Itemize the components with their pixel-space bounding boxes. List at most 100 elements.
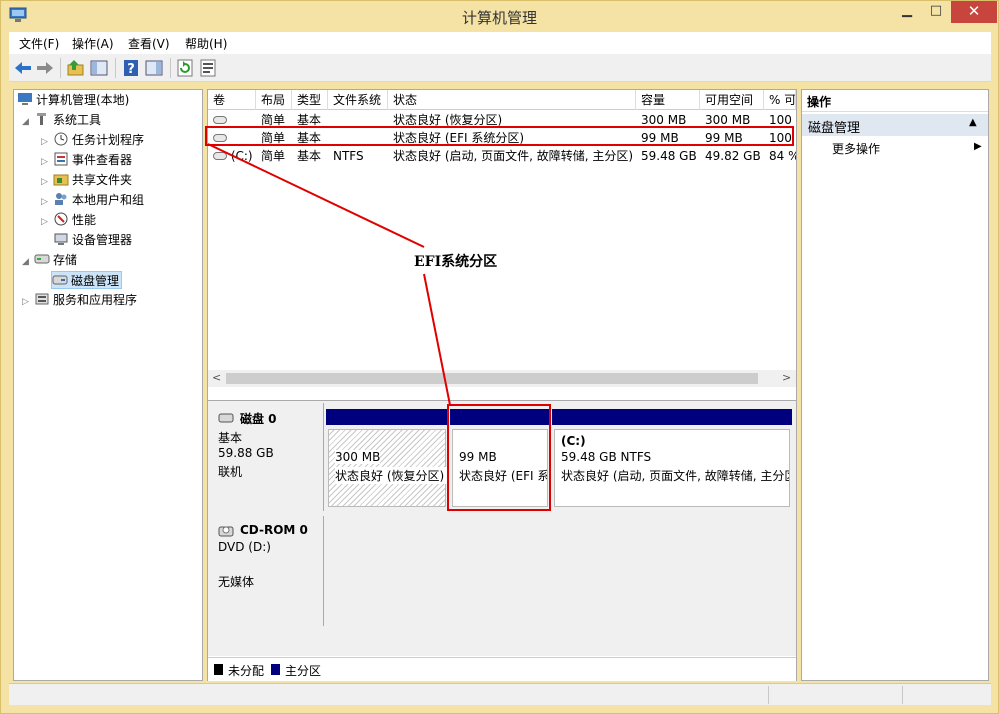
maximize-button[interactable]: □ — [922, 1, 950, 23]
primary-partition-swatch — [271, 664, 280, 675]
annotation-label: EFI系统分区 — [414, 254, 498, 270]
partition-c[interactable]: (C:) 59.48 GB NTFS 状态良好 (启动, 页面文件, 故障转储,… — [554, 429, 790, 507]
menu-help[interactable]: 帮助(H) — [185, 35, 227, 52]
help-icon[interactable]: ? — [121, 58, 141, 78]
tree-item-services-apps[interactable]: ▷ 服务和应用程序 — [22, 291, 137, 309]
free-space-cell: 300 MB — [705, 113, 751, 127]
capacity-cell: 59.48 GB — [641, 149, 697, 163]
column-header-capacity[interactable]: 容量 — [636, 90, 700, 110]
clock-icon — [54, 132, 68, 146]
status-separator — [902, 686, 903, 704]
unallocated-swatch — [214, 664, 223, 675]
column-header-filesystem[interactable]: 文件系统 — [328, 90, 388, 110]
computer-management-icon — [18, 93, 32, 105]
collapsed-arrow-icon[interactable]: ▷ — [41, 133, 53, 151]
forward-arrow-icon[interactable] — [35, 58, 55, 78]
more-actions-label: 更多操作 — [832, 142, 881, 156]
disk-management-pane: 卷 布局 类型 文件系统 状态 容量 可用空间 % 可 简单 基本 状态良好 (… — [207, 89, 797, 681]
menu-view[interactable]: 查看(V) — [128, 35, 170, 52]
column-header-layout[interactable]: 布局 — [256, 90, 292, 110]
partition-recovery[interactable]: 300 MB 状态良好 (恢复分区) — [328, 429, 447, 507]
tree-item-local-users[interactable]: ▷ 本地用户和组 — [41, 191, 144, 209]
expanded-arrow-icon[interactable]: ◢ — [22, 113, 34, 131]
show-hide-tree-icon[interactable] — [89, 58, 109, 78]
menu-bar: 文件(F) 操作(A) 查看(V) 帮助(H) — [9, 32, 991, 54]
partition-efi[interactable]: 99 MB 状态良好 (EFI 系 — [452, 429, 548, 507]
tree-item-storage[interactable]: ◢ 存储 — [22, 251, 77, 269]
collapsed-arrow-icon[interactable]: ▷ — [41, 153, 53, 171]
scroll-right-icon[interactable]: > — [782, 371, 791, 384]
scrollbar-thumb[interactable] — [226, 373, 758, 384]
collapse-up-icon[interactable]: ▲ — [969, 117, 977, 128]
column-header-percent-free[interactable]: % 可 — [764, 90, 796, 110]
partition-size: 59.48 GB NTFS — [561, 450, 652, 464]
tree-item-device-manager[interactable]: 设备管理器 — [53, 231, 132, 249]
layout-cell: 简单 — [261, 149, 286, 163]
tree-item-label: 共享文件夹 — [72, 173, 133, 187]
free-space-cell: 49.82 GB — [705, 149, 761, 163]
column-header-status[interactable]: 状态 — [388, 90, 636, 110]
actions-section-disk-management[interactable]: 磁盘管理 ▲ — [802, 114, 988, 136]
properties-icon[interactable] — [198, 58, 218, 78]
menu-file[interactable]: 文件(F) — [19, 35, 59, 52]
tree-item-disk-management[interactable]: 磁盘管理 — [51, 271, 123, 289]
scroll-left-icon[interactable]: < — [212, 371, 221, 384]
disk-management-icon — [52, 275, 68, 285]
shared-folder-icon — [53, 174, 69, 186]
layout-cell: 简单 — [261, 131, 286, 145]
capacity-cell: 300 MB — [641, 113, 687, 127]
collapsed-arrow-icon[interactable]: ▷ — [41, 173, 53, 191]
window-title: 计算机管理 — [461, 9, 537, 27]
close-button[interactable]: ✕ — [951, 1, 997, 23]
cd-drive-icon — [218, 526, 234, 537]
volume-row[interactable]: (C:) 简单 基本 NTFS 状态良好 (启动, 页面文件, 故障转储, 主分… — [208, 147, 796, 165]
collapsed-arrow-icon[interactable]: ▷ — [41, 213, 53, 231]
volume-cell: (C:) — [208, 147, 256, 165]
collapsed-arrow-icon[interactable]: ▷ — [22, 293, 34, 311]
users-icon — [55, 193, 67, 205]
capacity-cell: 99 MB — [641, 131, 679, 145]
tree-item-label: 磁盘管理 — [71, 274, 120, 288]
tree-item-task-scheduler[interactable]: ▷ 任务计划程序 — [41, 131, 144, 149]
more-actions-item[interactable]: 更多操作 ▶ — [832, 140, 984, 158]
minimize-button[interactable]: ▁ — [893, 1, 921, 23]
type-cell: 基本 — [297, 131, 322, 145]
tree-item-label: 事件查看器 — [72, 153, 133, 167]
partition-size: 300 MB — [335, 450, 381, 464]
menu-action[interactable]: 操作(A) — [72, 35, 114, 52]
column-header-volume[interactable]: 卷 — [208, 90, 256, 110]
tree-item-label: 本地用户和组 — [72, 193, 145, 207]
tree-item-label: 设备管理器 — [72, 233, 133, 247]
legend-unallocated: 未分配 — [228, 664, 265, 678]
collapsed-arrow-icon[interactable]: ▷ — [41, 193, 53, 211]
computer-management-window: 计算机管理 ▁ □ ✕ 文件(F) 操作(A) 查看(V) 帮助(H) ? 计算… — [0, 0, 999, 714]
horizontal-scrollbar[interactable]: < > — [208, 370, 796, 387]
volume-row[interactable]: 简单 基本 状态良好 (EFI 系统分区) 99 MB 99 MB 100 — [208, 129, 796, 147]
status-bar — [9, 683, 991, 705]
tree-item-performance[interactable]: ▷ 性能 — [41, 211, 96, 229]
percent-free-cell: 84 % — [769, 149, 796, 163]
disk-0-label[interactable]: 磁盘 0 基本 59.88 GB 联机 — [210, 403, 324, 511]
tree-item-shared-folders[interactable]: ▷ 共享文件夹 — [41, 171, 132, 189]
refresh-icon[interactable] — [175, 58, 195, 78]
services-icon — [35, 293, 49, 305]
disk-graphical-view: 磁盘 0 基本 59.88 GB 联机 300 MB 状态良好 (恢复分区) 9… — [208, 400, 796, 656]
legend-primary: 主分区 — [285, 664, 322, 678]
tree-item-event-viewer[interactable]: ▷ 事件查看器 — [41, 151, 132, 169]
volume-row[interactable]: 简单 基本 状态良好 (恢复分区) 300 MB 300 MB 100 — [208, 111, 796, 129]
folder-up-icon[interactable] — [66, 58, 86, 78]
column-header-free-space[interactable]: 可用空间 — [700, 90, 764, 110]
cdrom-0-label[interactable]: CD-ROM 0 DVD (D:) 无媒体 — [210, 516, 324, 626]
show-hide-action-icon[interactable] — [144, 58, 164, 78]
disk-name: 磁盘 0 — [240, 412, 277, 426]
tree-item-label: 服务和应用程序 — [53, 293, 138, 307]
tree-item-root[interactable]: 计算机管理(本地) — [17, 91, 129, 109]
layout-cell: 简单 — [261, 113, 286, 127]
column-header-type[interactable]: 类型 — [292, 90, 328, 110]
back-arrow-icon[interactable] — [13, 58, 33, 78]
legend: 未分配 主分区 — [208, 657, 796, 681]
tree-item-system-tools[interactable]: ◢ 系统工具 — [22, 111, 101, 129]
toolbar-separator — [60, 58, 61, 78]
expanded-arrow-icon[interactable]: ◢ — [22, 253, 34, 271]
submenu-arrow-icon: ▶ — [974, 141, 982, 152]
